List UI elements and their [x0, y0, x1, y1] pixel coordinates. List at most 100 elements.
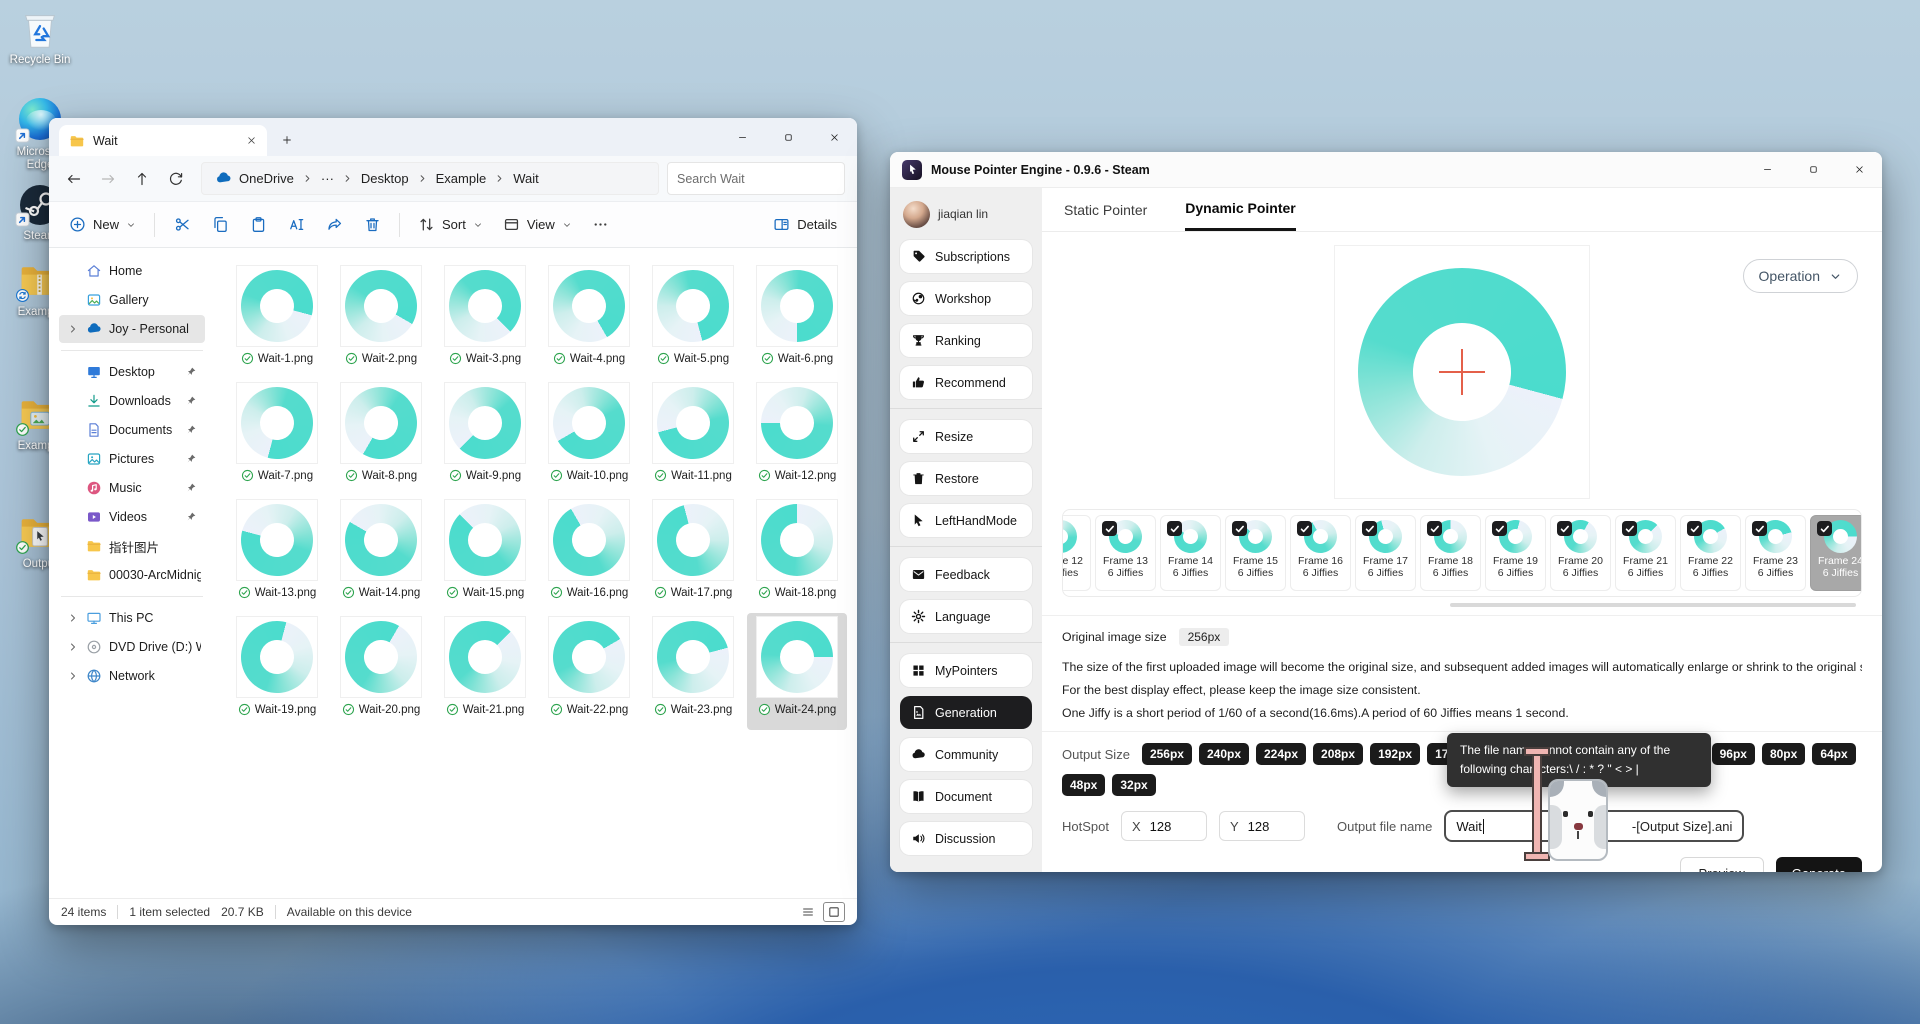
file-tile[interactable]: Wait-14.png — [331, 496, 431, 613]
frame-checkbox[interactable] — [1687, 521, 1702, 536]
file-tile[interactable]: Wait-22.png — [539, 613, 639, 730]
file-tile[interactable]: Wait-17.png — [643, 496, 743, 613]
file-tile[interactable]: Wait-8.png — [331, 379, 431, 496]
paste-button[interactable] — [239, 208, 277, 242]
breadcrumb-item[interactable]: Wait — [506, 168, 546, 189]
new-button[interactable]: New — [59, 208, 146, 242]
desktop-icon-recycle-bin[interactable]: Recycle Bin — [8, 6, 72, 67]
size-option-208px[interactable]: 208px — [1313, 743, 1363, 765]
preview-button[interactable]: Preview — [1680, 857, 1764, 872]
file-tile[interactable]: Wait-9.png — [435, 379, 535, 496]
sidebar-item-community[interactable]: Community — [900, 738, 1032, 771]
sidebar-item-language[interactable]: Language — [900, 600, 1032, 633]
sidebar-item-recommend[interactable]: Recommend — [900, 366, 1032, 399]
sidebar-item-this-pc[interactable]: This PC — [59, 604, 205, 632]
details-button[interactable]: Details — [763, 208, 847, 242]
sidebar-item-discussion[interactable]: Discussion — [900, 822, 1032, 855]
file-tile[interactable]: Wait-23.png — [643, 613, 743, 730]
minimize-button[interactable] — [1744, 152, 1790, 187]
sidebar-item-ranking[interactable]: Ranking — [900, 324, 1032, 357]
new-tab-button[interactable] — [275, 128, 299, 152]
breadcrumb-item[interactable]: OneDrive — [208, 167, 301, 190]
forward-button[interactable] — [91, 163, 125, 195]
frame-card[interactable]: Frame 226 Jiffies — [1680, 515, 1741, 591]
share-button[interactable] — [315, 208, 353, 242]
file-tile[interactable]: Wait-3.png — [435, 262, 535, 379]
sidebar-item-dvd-drive-d-win[interactable]: DVD Drive (D:) Win — [59, 633, 205, 661]
file-tile[interactable]: Wait-2.png — [331, 262, 431, 379]
file-tile[interactable]: Wait-11.png — [643, 379, 743, 496]
sidebar-item-desktop[interactable]: Desktop — [59, 358, 205, 386]
file-tile[interactable]: Wait-16.png — [539, 496, 639, 613]
file-tile[interactable]: Wait-12.png — [747, 379, 847, 496]
sidebar-item-documents[interactable]: Documents — [59, 416, 205, 444]
view-button[interactable]: View — [493, 208, 582, 242]
frame-card[interactable]: Frame 176 Jiffies — [1355, 515, 1416, 591]
file-tile[interactable]: Wait-5.png — [643, 262, 743, 379]
sidebar-item-00030-arcmidnight[interactable]: 00030-ArcMidnight — [59, 561, 205, 589]
file-tile[interactable]: Wait-21.png — [435, 613, 535, 730]
back-button[interactable] — [57, 163, 91, 195]
copy-button[interactable] — [201, 208, 239, 242]
size-option-256px[interactable]: 256px — [1142, 743, 1192, 765]
maximize-button[interactable] — [1790, 152, 1836, 187]
frame-checkbox[interactable] — [1752, 521, 1767, 536]
tab-static-pointer[interactable]: Static Pointer — [1064, 188, 1147, 231]
sidebar-item-music[interactable]: Music — [59, 474, 205, 502]
search-box[interactable] — [667, 162, 845, 195]
frames-scrollbar[interactable] — [1064, 603, 1860, 607]
sidebar-item-home[interactable]: Home — [59, 257, 205, 285]
breadcrumb-item[interactable]: Example — [429, 168, 494, 189]
sidebar-item-subscriptions[interactable]: Subscriptions — [900, 240, 1032, 273]
size-option-96px[interactable]: 96px — [1712, 743, 1755, 765]
frame-checkbox[interactable] — [1427, 521, 1442, 536]
frame-checkbox[interactable] — [1362, 521, 1377, 536]
size-option-224px[interactable]: 224px — [1256, 743, 1306, 765]
file-tile[interactable]: Wait-13.png — [227, 496, 327, 613]
frame-checkbox[interactable] — [1492, 521, 1507, 536]
size-option-192px[interactable]: 192px — [1370, 743, 1420, 765]
frame-card[interactable]: Frame 156 Jiffies — [1225, 515, 1286, 591]
close-button[interactable] — [811, 118, 857, 156]
sidebar-item-videos[interactable]: Videos — [59, 503, 205, 531]
file-tile[interactable]: Wait-7.png — [227, 379, 327, 496]
frame-card[interactable]: Frame 206 Jiffies — [1550, 515, 1611, 591]
frame-card[interactable]: Frame 186 Jiffies — [1420, 515, 1481, 591]
size-option-240px[interactable]: 240px — [1199, 743, 1249, 765]
file-tile[interactable]: Wait-4.png — [539, 262, 639, 379]
details-view-button[interactable] — [797, 902, 819, 922]
generate-button[interactable]: Generate — [1776, 857, 1862, 872]
file-tile[interactable]: Wait-10.png — [539, 379, 639, 496]
frame-checkbox[interactable] — [1167, 521, 1182, 536]
sidebar-item-generation[interactable]: Generation — [900, 696, 1032, 729]
frame-checkbox[interactable] — [1817, 521, 1832, 536]
sidebar-item-feedback[interactable]: Feedback — [900, 558, 1032, 591]
frame-card[interactable]: Frame 146 Jiffies — [1160, 515, 1221, 591]
output-file-name-field[interactable]: Wait -[Output Size].ani — [1444, 810, 1744, 842]
frame-card[interactable]: Frame 126 Jiffies — [1062, 515, 1091, 591]
sidebar-item-downloads[interactable]: Downloads — [59, 387, 205, 415]
explorer-tab[interactable]: Wait — [59, 125, 267, 156]
sidebar-item-network[interactable]: Network — [59, 662, 205, 690]
rename-button[interactable] — [277, 208, 315, 242]
frame-card[interactable]: Frame 136 Jiffies — [1095, 515, 1156, 591]
size-option-48px[interactable]: 48px — [1062, 774, 1105, 796]
sidebar-item--[interactable]: 指针图片 — [59, 532, 205, 560]
size-option-64px[interactable]: 64px — [1812, 743, 1855, 765]
sidebar-item-lefthandmode[interactable]: LeftHandMode — [900, 504, 1032, 537]
sidebar-item-restore[interactable]: Restore — [900, 462, 1032, 495]
frame-checkbox[interactable] — [1297, 521, 1312, 536]
size-option-80px[interactable]: 80px — [1762, 743, 1805, 765]
tab-close-icon[interactable] — [246, 135, 257, 146]
breadcrumb-item[interactable]: ··· — [314, 168, 341, 189]
sidebar-item-pictures[interactable]: Pictures — [59, 445, 205, 473]
up-button[interactable] — [125, 163, 159, 195]
scrollbar-thumb[interactable] — [1450, 603, 1856, 607]
frame-card[interactable]: Frame 236 Jiffies — [1745, 515, 1806, 591]
cut-button[interactable] — [163, 208, 201, 242]
size-option-32px[interactable]: 32px — [1112, 774, 1155, 796]
file-tile[interactable]: Wait-1.png — [227, 262, 327, 379]
file-tile[interactable]: Wait-6.png — [747, 262, 847, 379]
hotspot-y-field[interactable]: Y 128 — [1219, 811, 1305, 841]
tab-dynamic-pointer[interactable]: Dynamic Pointer — [1185, 188, 1295, 231]
